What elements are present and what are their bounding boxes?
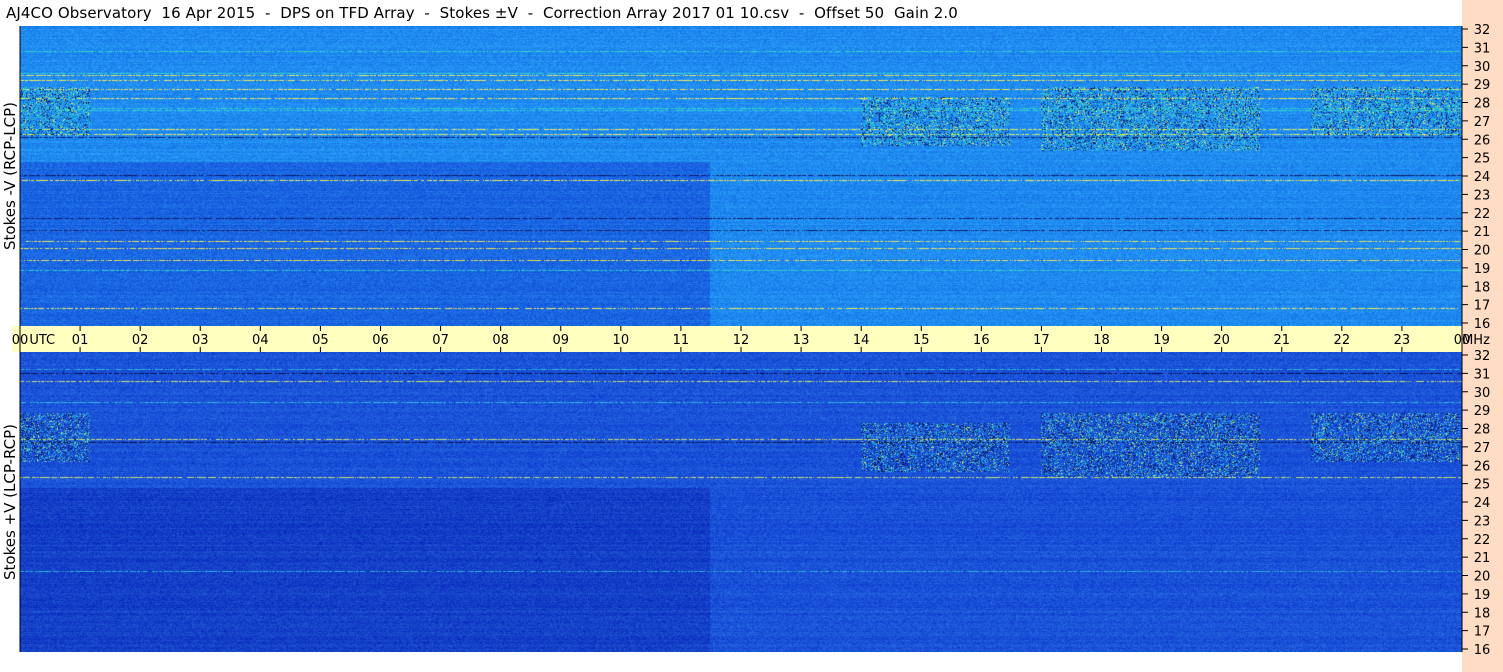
- spectrogram-bottom-stokes-plus-v: [20, 352, 1462, 652]
- bottom-panel-ylabel: Stokes +V (LCP-RCP): [1, 424, 19, 580]
- chart-title: AJ4CO Observatory 16 Apr 2015 - DPS on T…: [6, 4, 958, 22]
- spectrogram-top-stokes-minus-v: [20, 26, 1462, 326]
- time-axis-band: [12, 326, 1474, 352]
- frequency-axis-strip: [1462, 0, 1503, 672]
- title-bar: AJ4CO Observatory 16 Apr 2015 - DPS on T…: [0, 0, 1462, 26]
- top-panel-ylabel: Stokes -V (RCP-LCP): [1, 102, 19, 250]
